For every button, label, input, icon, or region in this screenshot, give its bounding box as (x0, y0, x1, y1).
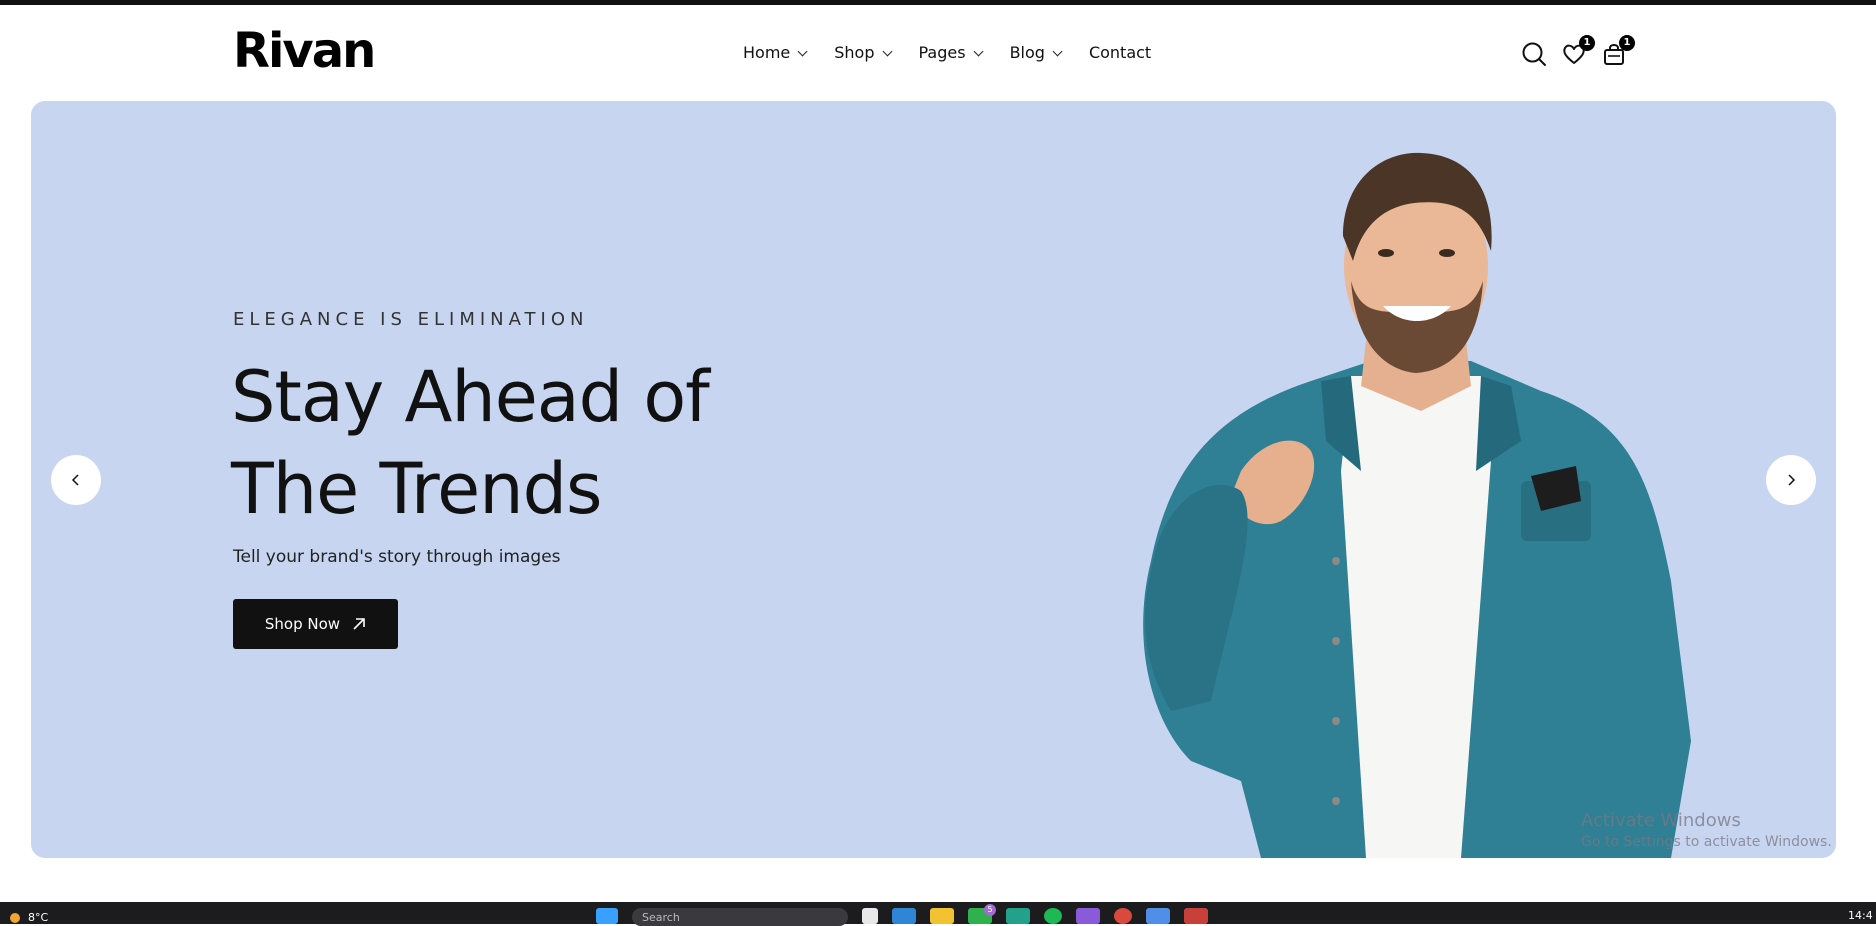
chevron-down-icon (797, 46, 808, 56)
hero-slider: ELEGANCE IS ELIMINATION Stay Ahead of Th… (31, 101, 1836, 858)
cart-count-badge: 1 (1619, 35, 1635, 51)
wishlist-count-badge: 1 (1579, 35, 1595, 51)
header-actions: 1 1 (1521, 35, 1635, 67)
nav-label: Home (743, 43, 791, 62)
windows-start-icon[interactable] (596, 908, 618, 924)
spotify-icon[interactable] (1044, 908, 1062, 924)
hero-eyebrow: ELEGANCE IS ELIMINATION (233, 309, 589, 330)
chevron-down-icon (973, 46, 984, 56)
hero-subtext: Tell your brand's story through images (233, 547, 561, 567)
nav-item-pages[interactable]: Pages (918, 43, 984, 62)
nav-label: Shop (834, 43, 875, 62)
brand-logo[interactable]: Rivan (233, 27, 376, 75)
arrow-up-right-icon (353, 618, 365, 630)
app-icon[interactable] (1184, 908, 1208, 924)
temperature: 8°C (28, 911, 49, 924)
nav-label: Blog (1009, 43, 1045, 62)
taskbar-search-placeholder: Search (642, 910, 680, 924)
nav-item-blog[interactable]: Blog (1009, 43, 1063, 62)
vscode-icon[interactable] (1006, 908, 1030, 924)
taskbar-apps: Search 5 (596, 904, 1208, 926)
file-icon[interactable] (862, 908, 878, 924)
watermark-subtitle: Go to Settings to activate Windows. (1581, 834, 1832, 850)
chevron-down-icon (1052, 46, 1063, 56)
hero-model-image (1143, 152, 1691, 858)
prev-slide-button[interactable] (51, 455, 101, 505)
chevron-right-icon (1788, 474, 1796, 486)
edge-icon[interactable] (892, 908, 916, 924)
wishlist-button[interactable]: 1 (1561, 35, 1595, 67)
nav-item-home[interactable]: Home (743, 43, 808, 62)
windows-taskbar: 8°C Search 5 14:4 (0, 902, 1876, 926)
taskbar-clock: 14:4 (1848, 909, 1873, 922)
nav-item-contact[interactable]: Contact (1089, 43, 1151, 62)
calendar-icon[interactable] (1146, 908, 1170, 924)
search-button[interactable] (1521, 41, 1547, 67)
watermark-title: Activate Windows (1581, 810, 1741, 831)
nav-label: Pages (918, 43, 966, 62)
hero-headline: Stay Ahead of The Trends (231, 351, 831, 535)
nav-label: Contact (1088, 43, 1152, 62)
chevron-left-icon (71, 474, 79, 486)
folder-icon[interactable] (930, 908, 954, 924)
chrome-icon[interactable] (1114, 908, 1132, 924)
nav-item-shop[interactable]: Shop (834, 43, 892, 62)
shop-now-label: Shop Now (264, 615, 341, 633)
headline-line-1: Stay Ahead of (231, 356, 710, 438)
site-header: Rivan Home Shop Pages Blog Contact 1 1 (0, 5, 1876, 101)
next-slide-button[interactable] (1766, 455, 1816, 505)
weather-widget[interactable]: 8°C (10, 911, 48, 924)
notification-badge: 5 (984, 904, 996, 916)
shop-now-button[interactable]: Shop Now (233, 599, 398, 649)
search-icon (1522, 42, 1546, 66)
visual-studio-icon[interactable] (1076, 908, 1100, 924)
windows-activation-watermark: Activate Windows Go to Settings to activ… (1581, 810, 1832, 850)
cart-button[interactable]: 1 (1601, 35, 1635, 67)
headline-line-2: The Trends (231, 448, 603, 530)
sun-icon (10, 912, 20, 923)
main-nav: Home Shop Pages Blog Contact (743, 43, 1179, 62)
chevron-down-icon (882, 46, 892, 56)
whatsapp-icon[interactable]: 5 (968, 904, 996, 924)
taskbar-search[interactable]: Search (632, 908, 848, 926)
